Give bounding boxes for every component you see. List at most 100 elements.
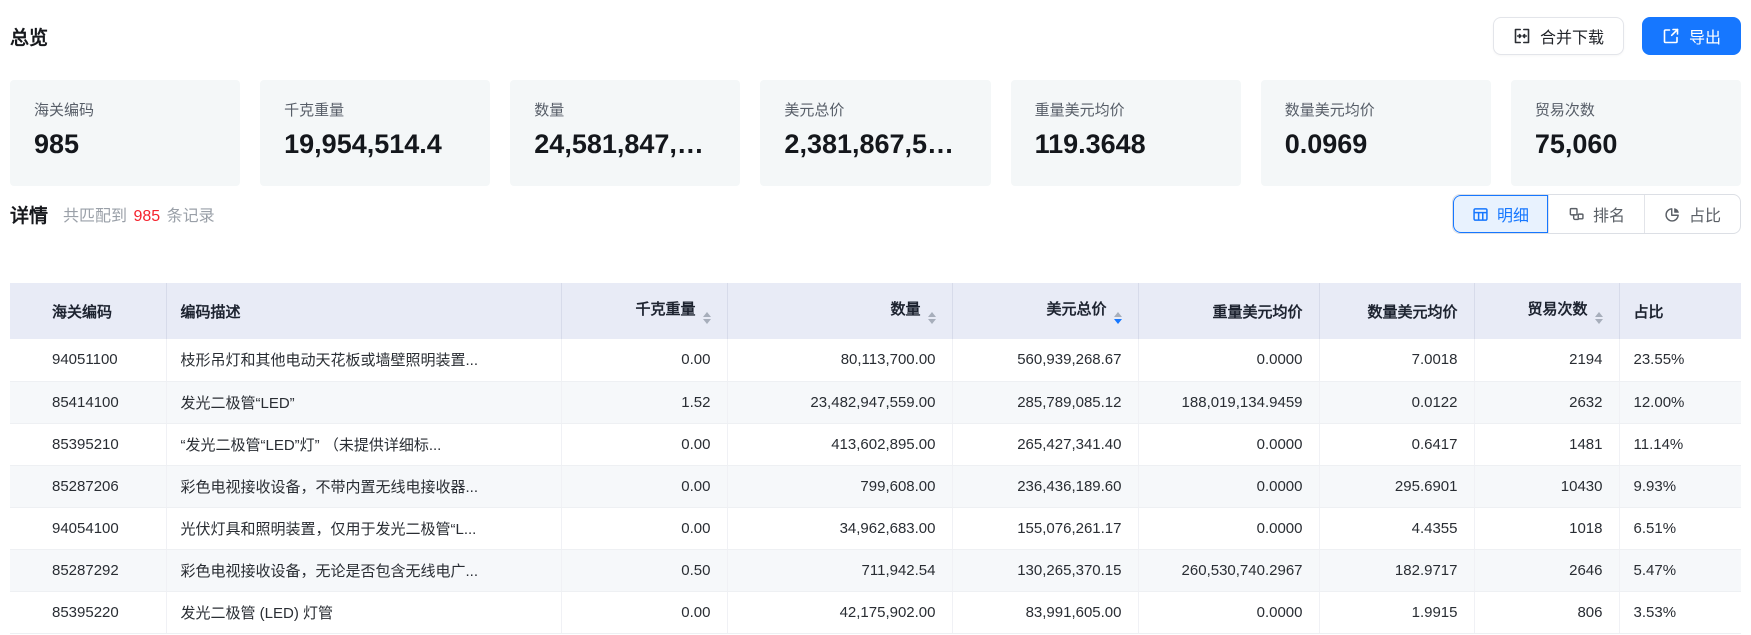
pie-chart-icon — [1664, 206, 1681, 223]
column-header-share: 占比 — [1619, 283, 1741, 339]
column-label: 贸易次数 — [1527, 301, 1587, 318]
page: 总览 合并下载 导出 海 — [0, 0, 1751, 634]
column-header-quantity[interactable]: 数量 — [727, 283, 952, 339]
summary-card-hs-code: 海关编码 985 — [10, 80, 240, 186]
cell-share: 3.53% — [1619, 591, 1741, 633]
column-label: 重量美元均价 — [1212, 304, 1302, 321]
card-value: 19,954,514.4 — [284, 129, 466, 160]
detail-title: 详情 — [10, 201, 48, 228]
merge-download-button[interactable]: 合并下载 — [1493, 17, 1624, 55]
cell-usd-per-qty: 7.0018 — [1319, 339, 1474, 381]
cell-kg-weight: 0.00 — [561, 423, 727, 465]
sort-asc-icon[interactable] — [1595, 312, 1603, 317]
page-title: 总览 — [10, 23, 48, 50]
sort-control[interactable] — [928, 312, 936, 324]
top-actions: 合并下载 导出 — [1493, 17, 1741, 55]
sort-asc-icon[interactable] — [703, 312, 711, 317]
sort-asc-icon[interactable] — [1114, 312, 1122, 317]
column-header-trade-count[interactable]: 贸易次数 — [1474, 283, 1619, 339]
cell-share: 5.47% — [1619, 549, 1741, 591]
table-icon — [1472, 206, 1489, 223]
cell-kg-weight: 1.52 — [561, 381, 727, 423]
export-button[interactable]: 导出 — [1642, 17, 1741, 55]
match-summary: 共匹配到 985 条记录 — [63, 202, 215, 226]
cell-usd-total: 155,076,261.17 — [952, 507, 1138, 549]
column-header-hs-code: 海关编码 — [10, 283, 166, 339]
card-label: 贸易次数 — [1535, 99, 1717, 120]
cell-share: 12.00% — [1619, 381, 1741, 423]
cell-hs-code: 85287292 — [10, 549, 166, 591]
column-label: 美元总价 — [1046, 301, 1106, 318]
cell-hs-code: 85287206 — [10, 465, 166, 507]
tab-details[interactable]: 明细 — [1453, 195, 1548, 233]
card-label: 数量美元均价 — [1285, 99, 1467, 120]
sort-control[interactable] — [1114, 312, 1122, 324]
cell-kg-weight: 0.50 — [561, 549, 727, 591]
cell-hs-code: 94054100 — [10, 507, 166, 549]
cell-kg-weight: 0.00 — [561, 591, 727, 633]
cell-description: 彩色电视接收设备，不带内置无线电接收器... — [166, 465, 561, 507]
cell-trade-count: 1481 — [1474, 423, 1619, 465]
table-row: 85287292彩色电视接收设备，无论是否包含无线电广...0.50711,94… — [10, 549, 1741, 591]
sort-asc-icon[interactable] — [928, 312, 936, 317]
sort-desc-icon[interactable] — [1595, 319, 1603, 324]
sort-desc-icon[interactable] — [1114, 319, 1122, 324]
sort-control[interactable] — [1595, 312, 1603, 324]
card-label: 海关编码 — [34, 99, 216, 120]
tab-label: 排名 — [1593, 202, 1625, 226]
match-prefix: 共匹配到 — [63, 208, 127, 225]
column-header-kg-weight[interactable]: 千克重量 — [561, 283, 727, 339]
cell-usd-per-qty: 295.6901 — [1319, 465, 1474, 507]
summary-card-usd-per-kg: 重量美元均价 119.3648 — [1011, 80, 1241, 186]
table-row: 85395220发光二极管 (LED) 灯管0.0042,175,902.008… — [10, 591, 1741, 633]
cell-description: 彩色电视接收设备，无论是否包含无线电广... — [166, 549, 561, 591]
cell-usd-total: 236,436,189.60 — [952, 465, 1138, 507]
cell-trade-count: 1018 — [1474, 507, 1619, 549]
cell-trade-count: 806 — [1474, 591, 1619, 633]
table-row: 85414100发光二极管“LED”1.5223,482,947,559.00 2… — [10, 381, 1741, 423]
cell-hs-code: 85414100 — [10, 381, 166, 423]
cell-usd-total: 130,265,370.15 — [952, 549, 1138, 591]
cell-quantity: 42,175,902.00 — [727, 591, 952, 633]
tab-share[interactable]: 占比 — [1644, 195, 1740, 233]
cell-usd-per-kg: 188,019,134.9459 — [1138, 381, 1319, 423]
table-row: 85395210“发光二极管“LED”灯” （未提供详细标...0.00413,… — [10, 423, 1741, 465]
cell-quantity: 23,482,947,559.00 — [727, 381, 952, 423]
detail-heading: 详情 共匹配到 985 条记录 — [10, 201, 215, 228]
card-label: 数量 — [534, 99, 716, 120]
cell-usd-per-qty: 1.9915 — [1319, 591, 1474, 633]
table-header-row: 海关编码编码描述千克重量数量美元总价重量美元均价数量美元均价贸易次数占比 — [10, 283, 1741, 339]
export-label: 导出 — [1689, 24, 1721, 48]
cell-description: “发光二极管“LED”灯” （未提供详细标... — [166, 423, 561, 465]
cell-description: 发光二极管“LED” — [166, 381, 561, 423]
ranking-icon — [1568, 206, 1585, 223]
cell-share: 6.51% — [1619, 507, 1741, 549]
table-row: 94054100光伏灯具和照明装置，仅用于发光二极管“L...0.0034,96… — [10, 507, 1741, 549]
cell-share: 23.55% — [1619, 339, 1741, 381]
sort-desc-icon[interactable] — [928, 319, 936, 324]
match-suffix: 条记录 — [167, 208, 215, 225]
tab-label: 占比 — [1689, 202, 1721, 226]
cell-usd-per-kg: 0.0000 — [1138, 465, 1319, 507]
column-header-usd-total[interactable]: 美元总价 — [952, 283, 1138, 339]
cell-kg-weight: 0.00 — [561, 507, 727, 549]
summary-card-usd-total: 美元总价 2,381,867,5… — [760, 80, 990, 186]
cell-kg-weight: 0.00 — [561, 339, 727, 381]
column-header-description: 编码描述 — [166, 283, 561, 339]
sort-desc-icon[interactable] — [703, 319, 711, 324]
cell-quantity: 711,942.54 — [727, 549, 952, 591]
cell-quantity: 413,602,895.00 — [727, 423, 952, 465]
cell-trade-count: 2632 — [1474, 381, 1619, 423]
detail-bar: 详情 共匹配到 985 条记录 明细 — [10, 194, 1741, 234]
sort-control[interactable] — [703, 312, 711, 324]
cell-description: 光伏灯具和照明装置，仅用于发光二极管“L... — [166, 507, 561, 549]
tab-ranking[interactable]: 排名 — [1548, 195, 1644, 233]
export-icon — [1662, 27, 1680, 45]
cell-share: 11.14% — [1619, 423, 1741, 465]
cell-trade-count: 2646 — [1474, 549, 1619, 591]
cell-usd-per-qty: 0.6417 — [1319, 423, 1474, 465]
column-label: 千克重量 — [635, 301, 695, 318]
column-label: 海关编码 — [52, 304, 112, 321]
cell-hs-code: 94051100 — [10, 339, 166, 381]
detail-table: 海关编码编码描述千克重量数量美元总价重量美元均价数量美元均价贸易次数占比 940… — [10, 283, 1741, 634]
